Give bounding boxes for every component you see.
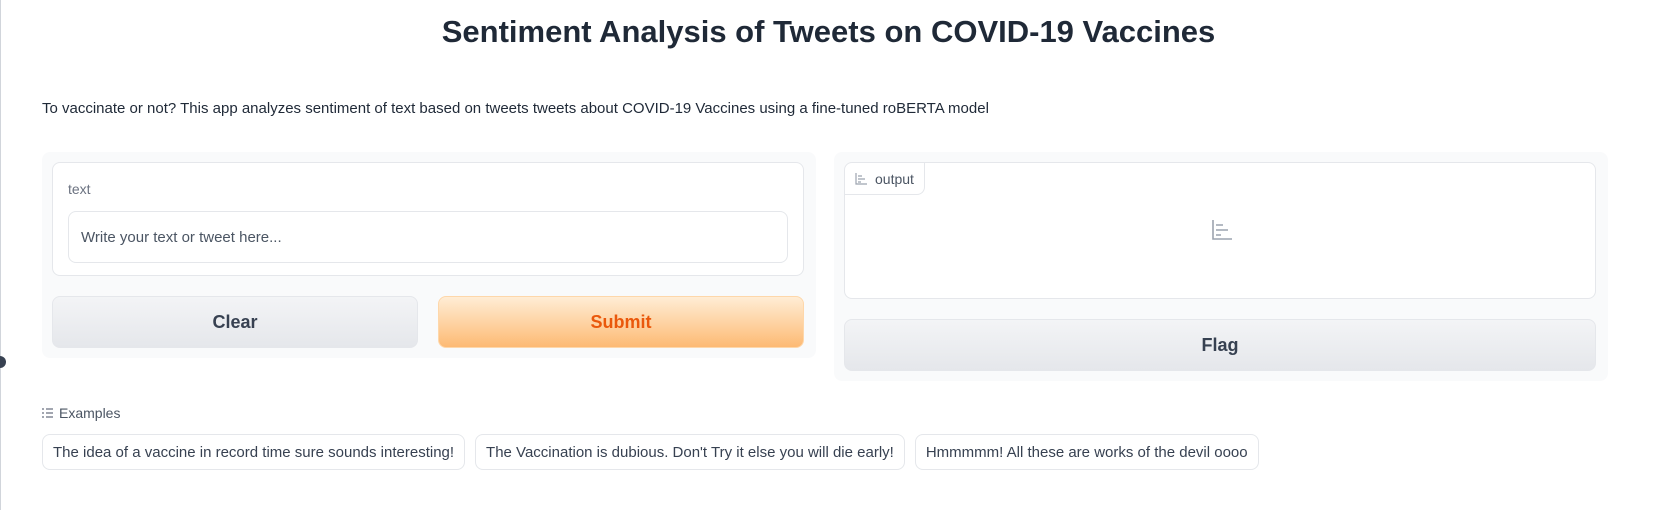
output-label: output — [875, 170, 914, 187]
input-panel: text Clear Submit — [42, 152, 816, 358]
left-border — [0, 0, 1, 510]
examples-heading: Examples — [59, 405, 121, 421]
page-title: Sentiment Analysis of Tweets on COVID-19… — [441, 14, 1216, 49]
app-description: To vaccinate or not? This app analyzes s… — [42, 100, 989, 117]
example-item[interactable]: The Vaccination is dubious. Don't Try it… — [475, 434, 905, 470]
text-input[interactable] — [68, 211, 788, 263]
bar-chart-placeholder-icon — [1212, 220, 1232, 240]
text-input-block: text — [52, 162, 804, 276]
example-item[interactable]: Hmmmmm! All these are works of the devil… — [914, 434, 1259, 470]
text-input-label: text — [68, 181, 91, 197]
examples-list: The idea of a vaccine in record time sur… — [42, 434, 1259, 470]
flag-button[interactable]: Flag — [844, 319, 1596, 371]
edge-dot — [0, 356, 6, 368]
clear-button[interactable]: Clear — [52, 296, 418, 348]
submit-button[interactable]: Submit — [438, 296, 804, 348]
output-panel: output Flag — [834, 152, 1608, 381]
examples-header: Examples — [42, 405, 120, 421]
list-icon — [42, 408, 53, 418]
output-label-tab: output — [845, 163, 925, 195]
bar-chart-icon — [855, 172, 867, 185]
example-item[interactable]: The idea of a vaccine in record time sur… — [42, 434, 466, 470]
output-block: output — [844, 162, 1596, 299]
